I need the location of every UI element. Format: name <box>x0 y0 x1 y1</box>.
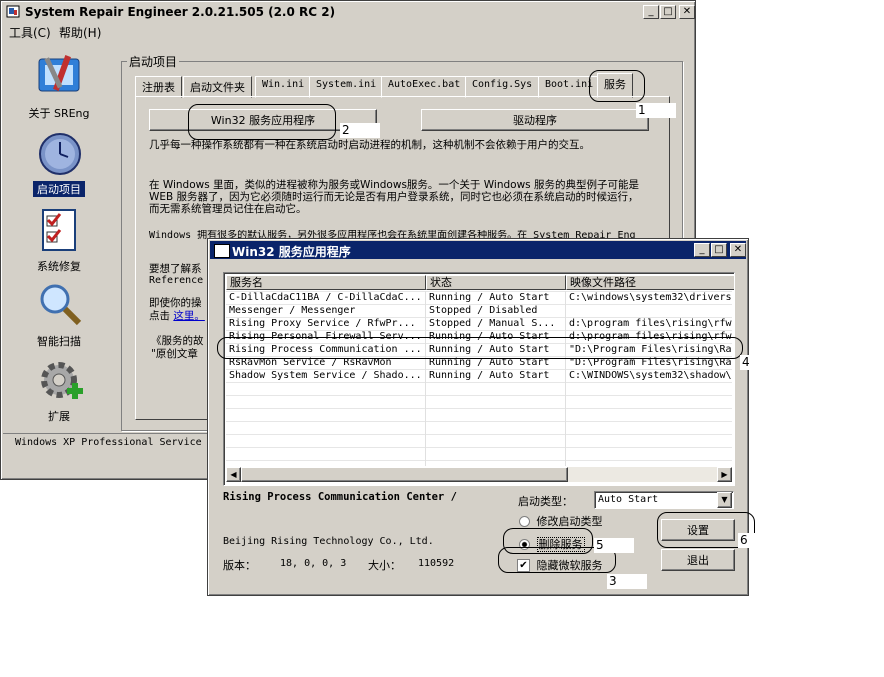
startup-type-value: Auto Start <box>598 494 659 505</box>
sidebar-item-extend[interactable]: 扩展 <box>9 356 109 426</box>
radio-modify-label: 修改启动类型 <box>536 515 603 528</box>
tab-system-ini[interactable]: System.ini <box>309 76 384 98</box>
annotation-oval-delete-service <box>503 528 593 554</box>
service-minimize-icon[interactable]: _ <box>694 243 710 257</box>
version-label: 版本： <box>223 559 256 572</box>
version-value: 18, 0, 0, 3 <box>280 558 347 569</box>
service-path: C:\windows\system32\drivers <box>569 292 732 303</box>
toolbox-icon <box>37 53 83 100</box>
scroll-thumb[interactable] <box>241 467 568 482</box>
annotation-label-6: 6 <box>738 533 774 548</box>
service-window-icon <box>214 244 230 258</box>
intro-paragraph: 几乎每一种操作系统都有一种在系统启动时启动进程的机制，这种机制不会依赖于用户的交… <box>149 139 590 151</box>
service-name: C-DillaCdaC11BA / C-DillaCdaC... <box>229 292 422 303</box>
article-line2: "原创文章 <box>151 348 198 360</box>
tab-startup-folder[interactable]: 启动文件夹 <box>183 76 252 98</box>
service-name: Messenger / Messenger <box>229 305 356 316</box>
company-text: Beijing Rising Technology Co., Ltd. <box>223 536 434 547</box>
checklist-icon <box>41 208 79 255</box>
annotation-oval-selected-row <box>217 337 743 359</box>
magnifier-icon <box>37 281 83 330</box>
exit-button[interactable]: 退出 <box>661 549 735 571</box>
clock-icon <box>37 131 83 180</box>
column-header-path[interactable]: 映像文件路径 <box>566 275 734 290</box>
group-title: 启动项目 <box>127 53 180 70</box>
learn-more-line1: 要想了解系 <box>149 263 202 275</box>
tab-registry[interactable]: 注册表 <box>135 76 182 98</box>
table-row[interactable]: Shadow System Service / Shado... Running… <box>226 369 732 382</box>
sidebar-item-repair[interactable]: 系统修复 <box>9 206 109 276</box>
selected-service-name: Rising Process Communication Center / <box>223 491 457 503</box>
maximize-icon[interactable]: □ <box>660 5 676 19</box>
sidebar-label-repair: 系统修复 <box>37 260 81 273</box>
list-header: 服务名 状态 映像文件路径 <box>226 275 734 290</box>
service-maximize-icon[interactable]: □ <box>711 243 727 257</box>
table-row[interactable]: C-DillaCdaC11BA / C-DillaCdaC... Running… <box>226 291 732 304</box>
size-value: 110592 <box>418 558 455 569</box>
service-close-icon[interactable]: ✕ <box>730 243 746 257</box>
annotation-label-4: 4 <box>740 355 776 370</box>
sidebar-item-startup[interactable]: 启动项目 <box>9 131 109 201</box>
annotation-label-5: 5 <box>594 538 634 553</box>
menu-tools[interactable]: 工具(C) <box>9 24 51 41</box>
annotation-label-2: 2 <box>340 123 380 138</box>
service-name: Shadow System Service / Shado... <box>229 370 422 381</box>
annotation-label-3: 3 <box>607 574 647 589</box>
sidebar-label-scan: 智能扫描 <box>37 335 81 348</box>
service-path: C:\WINDOWS\system32\shadow\ <box>569 370 732 381</box>
service-list[interactable]: 服务名 状态 映像文件路径 C-DillaCdaC11BA / C-DillaC… <box>223 272 735 486</box>
annotation-oval-win32-button <box>188 104 336 140</box>
annotation-label-1: 1 <box>636 103 676 118</box>
here-link[interactable]: 这里。 <box>173 310 205 322</box>
service-path: d:\program files\rising\rfw <box>569 318 732 329</box>
column-header-status[interactable]: 状态 <box>426 275 566 290</box>
learn-more-line2: Reference <box>149 275 204 286</box>
gear-plus-icon <box>37 358 85 407</box>
service-status: Stopped / Manual S... <box>429 318 556 329</box>
service-status: Running / Auto Start <box>429 292 550 303</box>
even-if-line2: 点击 这里。 <box>149 310 205 322</box>
service-status: Stopped / Disabled <box>429 305 538 316</box>
tab-strip: 注册表 启动文件夹 Win.ini System.ini AutoExec.ba… <box>135 73 655 98</box>
main-window-title: System Repair Engineer 2.0.21.505 (2.0 R… <box>25 5 336 19</box>
article-line1: 《服务的故 <box>151 335 204 347</box>
service-window-title: Win32 服务应用程序 <box>232 245 351 259</box>
radio-modify-startup[interactable]: 修改启动类型 <box>519 513 603 529</box>
click-text: 点击 <box>149 310 170 322</box>
even-if-line1: 即使你的操 <box>149 297 202 309</box>
size-label: 大小： <box>368 559 401 572</box>
annotation-oval-services-tab <box>589 70 645 102</box>
chevron-down-icon[interactable]: ▼ <box>717 492 732 508</box>
close-icon[interactable]: ✕ <box>679 5 695 19</box>
tab-autoexec[interactable]: AutoExec.bat <box>381 76 468 98</box>
scroll-left-icon[interactable]: ◀ <box>226 467 241 482</box>
status-text: Windows XP Professional Service <box>15 437 202 448</box>
startup-type-label: 启动类型： <box>518 495 573 508</box>
menu-help[interactable]: 帮助(H) <box>59 24 101 41</box>
list-body: C-DillaCdaC11BA / C-DillaCdaC... Running… <box>226 291 732 466</box>
service-titlebar[interactable]: Win32 服务应用程序 _ □ ✕ <box>210 241 746 259</box>
sidebar: 关于 SREng 启动项目 系统修复 智能扫描 扩展 <box>9 51 109 431</box>
windows-service-paragraph: 在 Windows 里面，类似的进程被称为服务或Windows服务。一个关于 W… <box>149 179 639 215</box>
service-name: Rising Proxy Service / RfwPr... <box>229 318 416 329</box>
tab-config-sys[interactable]: Config.Sys <box>465 76 540 98</box>
column-header-name[interactable]: 服务名 <box>226 275 426 290</box>
sidebar-label-startup: 启动项目 <box>33 181 85 197</box>
radio-unchecked-icon <box>519 515 530 527</box>
sidebar-item-scan[interactable]: 智能扫描 <box>9 281 109 351</box>
sidebar-label-extend: 扩展 <box>48 410 70 423</box>
table-row[interactable]: Messenger / Messenger Stopped / Disabled <box>226 304 732 317</box>
sidebar-item-about[interactable]: 关于 SREng <box>9 51 109 121</box>
scroll-right-icon[interactable]: ▶ <box>717 467 732 482</box>
service-status: Running / Auto Start <box>429 370 550 381</box>
app-icon <box>6 5 20 18</box>
sidebar-label-about: 关于 SREng <box>28 107 90 120</box>
startup-type-select[interactable]: Auto Start ▼ <box>594 491 734 509</box>
horizontal-scrollbar[interactable]: ◀ ▶ <box>226 467 732 482</box>
tab-win-ini[interactable]: Win.ini <box>255 76 312 98</box>
drivers-button[interactable]: 驱动程序 <box>421 109 649 131</box>
table-row[interactable]: Rising Proxy Service / RfwPr... Stopped … <box>226 317 732 330</box>
main-titlebar[interactable]: System Repair Engineer 2.0.21.505 (2.0 R… <box>3 3 695 21</box>
minimize-icon[interactable]: _ <box>643 5 659 19</box>
